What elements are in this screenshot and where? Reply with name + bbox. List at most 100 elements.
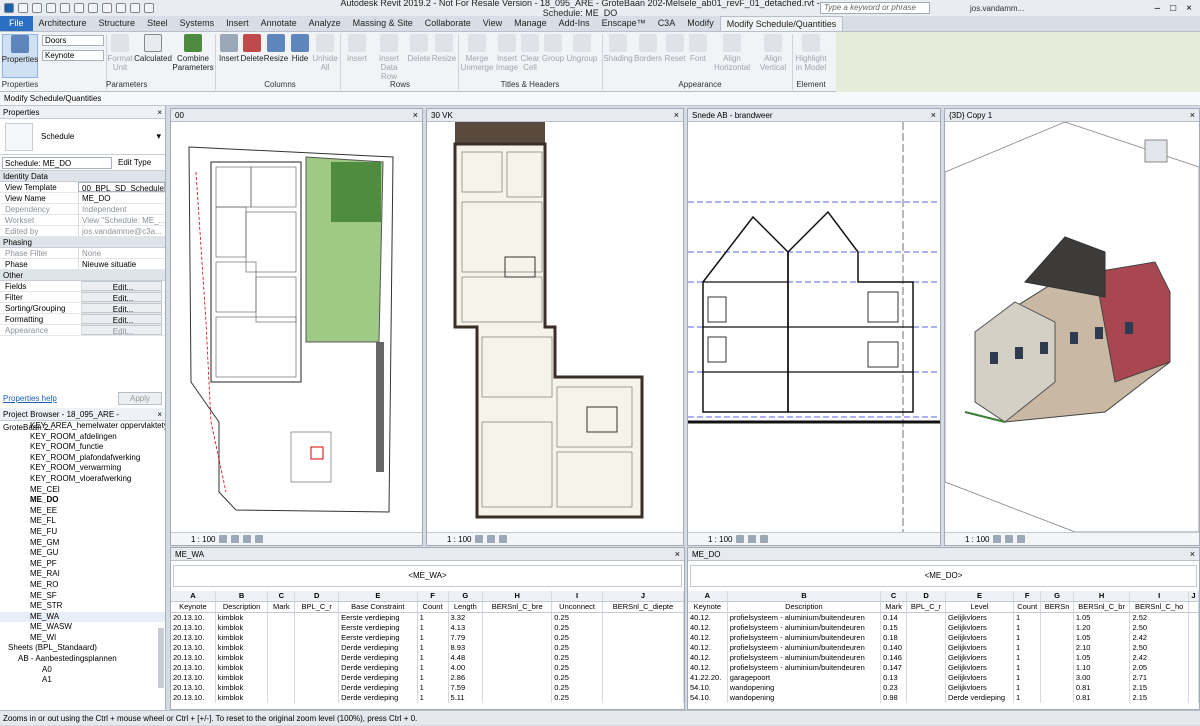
- table-cell[interactable]: 0.25: [551, 673, 603, 683]
- browser-scrollbar[interactable]: [158, 628, 164, 688]
- table-cell[interactable]: 0.18: [880, 633, 908, 643]
- browser-item[interactable]: KEY_ROOM_functie: [0, 442, 165, 453]
- table-cell[interactable]: [1188, 653, 1199, 663]
- clear-cell-button[interactable]: Clear Cell: [520, 34, 540, 72]
- table-cell[interactable]: A: [688, 591, 728, 602]
- table-cell[interactable]: 4.13: [448, 623, 484, 633]
- close-icon[interactable]: ×: [1186, 3, 1192, 14]
- instance-selector[interactable]: Schedule: ME_DO: [2, 156, 112, 169]
- ungroup-button[interactable]: Ungroup: [566, 34, 598, 63]
- table-cell[interactable]: [1188, 673, 1199, 683]
- table-cell[interactable]: 0.13: [880, 673, 908, 683]
- table-cell[interactable]: 1: [417, 653, 449, 663]
- table-cell[interactable]: 1.05: [1073, 612, 1131, 623]
- filter-edit-button[interactable]: Edit...: [81, 292, 162, 302]
- table-cell[interactable]: E: [338, 591, 418, 602]
- table-cell[interactable]: profielsysteem - aluminium/buitendeuren: [727, 663, 882, 673]
- table-cell[interactable]: Eerste verdieping: [338, 612, 418, 623]
- table-cell[interactable]: BPL_C_r: [906, 601, 946, 613]
- table-cell[interactable]: kimblok: [215, 633, 269, 643]
- table-cell[interactable]: [267, 612, 296, 623]
- table-cell[interactable]: 40.12.: [688, 643, 728, 653]
- table-cell[interactable]: Eerste verdieping: [338, 623, 418, 633]
- table-cell[interactable]: Length: [448, 601, 484, 613]
- browser-item-sheet[interactable]: A1: [0, 675, 165, 686]
- table-cell[interactable]: [602, 653, 684, 663]
- table-cell[interactable]: G: [448, 591, 484, 602]
- table-cell[interactable]: 20.13.10.: [171, 693, 216, 703]
- table-cell[interactable]: 0.14: [880, 612, 908, 623]
- table-cell[interactable]: 0.25: [551, 653, 603, 663]
- table-cell[interactable]: Keynote: [171, 601, 216, 613]
- table-cell[interactable]: [906, 633, 946, 643]
- table-cell[interactable]: [267, 693, 296, 703]
- visual-style-icon[interactable]: [231, 535, 240, 543]
- table-cell[interactable]: Derde verdieping: [338, 653, 418, 663]
- table-cell[interactable]: 2.42: [1129, 633, 1189, 643]
- edit-type-button[interactable]: Edit Type: [118, 158, 151, 167]
- table-cell[interactable]: 1: [1013, 612, 1042, 623]
- table-cell[interactable]: [482, 633, 553, 643]
- properties-button[interactable]: Properties: [2, 34, 38, 78]
- table-cell[interactable]: [906, 612, 946, 623]
- table-cell[interactable]: 1: [1013, 683, 1042, 693]
- table-cell[interactable]: Eerste verdieping: [338, 633, 418, 643]
- table-cell[interactable]: 4.48: [448, 653, 484, 663]
- table-cell[interactable]: 0.98: [880, 693, 908, 703]
- table-cell[interactable]: 7.79: [448, 633, 484, 643]
- parameter-dropdown[interactable]: Keynote: [42, 50, 104, 61]
- table-cell[interactable]: kimblok: [215, 612, 269, 623]
- tab-manage[interactable]: Manage: [508, 16, 553, 31]
- table-cell[interactable]: 0.25: [551, 633, 603, 643]
- schedule-me-wa[interactable]: ME_WA × <ME_WA> A B C D E F G H I J Keynote Descript…: [170, 547, 685, 710]
- table-cell[interactable]: Derde verdieping: [338, 673, 418, 683]
- table-cell[interactable]: 40.12.: [688, 633, 728, 643]
- table-cell[interactable]: 1: [417, 663, 449, 673]
- maximize-icon[interactable]: □: [1170, 3, 1176, 14]
- table-cell[interactable]: 0.23: [880, 683, 908, 693]
- table-cell[interactable]: 2.50: [1129, 623, 1189, 633]
- table-cell[interactable]: [906, 693, 946, 703]
- table-cell[interactable]: [267, 643, 296, 653]
- table-cell[interactable]: H: [1073, 591, 1131, 602]
- table-cell[interactable]: 1: [417, 633, 449, 643]
- table-cell[interactable]: [906, 623, 946, 633]
- table-cell[interactable]: [1040, 693, 1074, 703]
- table-cell[interactable]: BERSn: [1040, 601, 1074, 613]
- table-cell[interactable]: 1: [417, 612, 449, 623]
- table-cell[interactable]: 0.25: [551, 693, 603, 703]
- browser-item[interactable]: ME_WI: [0, 633, 165, 644]
- table-cell[interactable]: Derde verdieping: [945, 693, 1015, 703]
- table-cell[interactable]: [294, 683, 340, 693]
- table-cell[interactable]: H: [482, 591, 553, 602]
- tab-file[interactable]: File: [0, 16, 33, 31]
- browser-item[interactable]: ME_EE: [0, 506, 165, 517]
- browser-item[interactable]: KEY_ROOM_verwarming: [0, 463, 165, 474]
- table-cell[interactable]: BERSnl_C_diepte: [602, 601, 684, 613]
- table-cell[interactable]: J: [1188, 591, 1199, 602]
- close-icon[interactable]: ×: [675, 549, 684, 559]
- table-cell[interactable]: 2.42: [1129, 653, 1189, 663]
- table-cell[interactable]: 2.15: [1129, 693, 1189, 703]
- table-cell[interactable]: 1: [417, 673, 449, 683]
- table-cell[interactable]: C: [880, 591, 908, 602]
- table-cell[interactable]: 0.25: [551, 643, 603, 653]
- delete-column-button[interactable]: Delete: [240, 34, 264, 63]
- browser-item[interactable]: ME_FU: [0, 527, 165, 538]
- table-cell[interactable]: [906, 673, 946, 683]
- tab-modify[interactable]: Modify: [681, 16, 720, 31]
- table-cell[interactable]: 7.59: [448, 683, 484, 693]
- table-cell[interactable]: B: [215, 591, 269, 602]
- table-cell[interactable]: Derde verdieping: [338, 663, 418, 673]
- sun-path-icon[interactable]: [1017, 535, 1026, 543]
- category-dropdown[interactable]: Doors: [42, 35, 104, 46]
- table-cell[interactable]: 0.15: [880, 623, 908, 633]
- table-cell[interactable]: kimblok: [215, 663, 269, 673]
- table-cell[interactable]: 40.12.: [688, 623, 728, 633]
- shadows-icon[interactable]: [255, 535, 264, 543]
- insert-data-row-button[interactable]: Insert Data Row: [372, 34, 406, 81]
- table-cell[interactable]: [1040, 643, 1074, 653]
- browser-item[interactable]: ME_WASW: [0, 622, 165, 633]
- table-cell[interactable]: 8.93: [448, 643, 484, 653]
- table-cell[interactable]: 20.13.10.: [171, 633, 216, 643]
